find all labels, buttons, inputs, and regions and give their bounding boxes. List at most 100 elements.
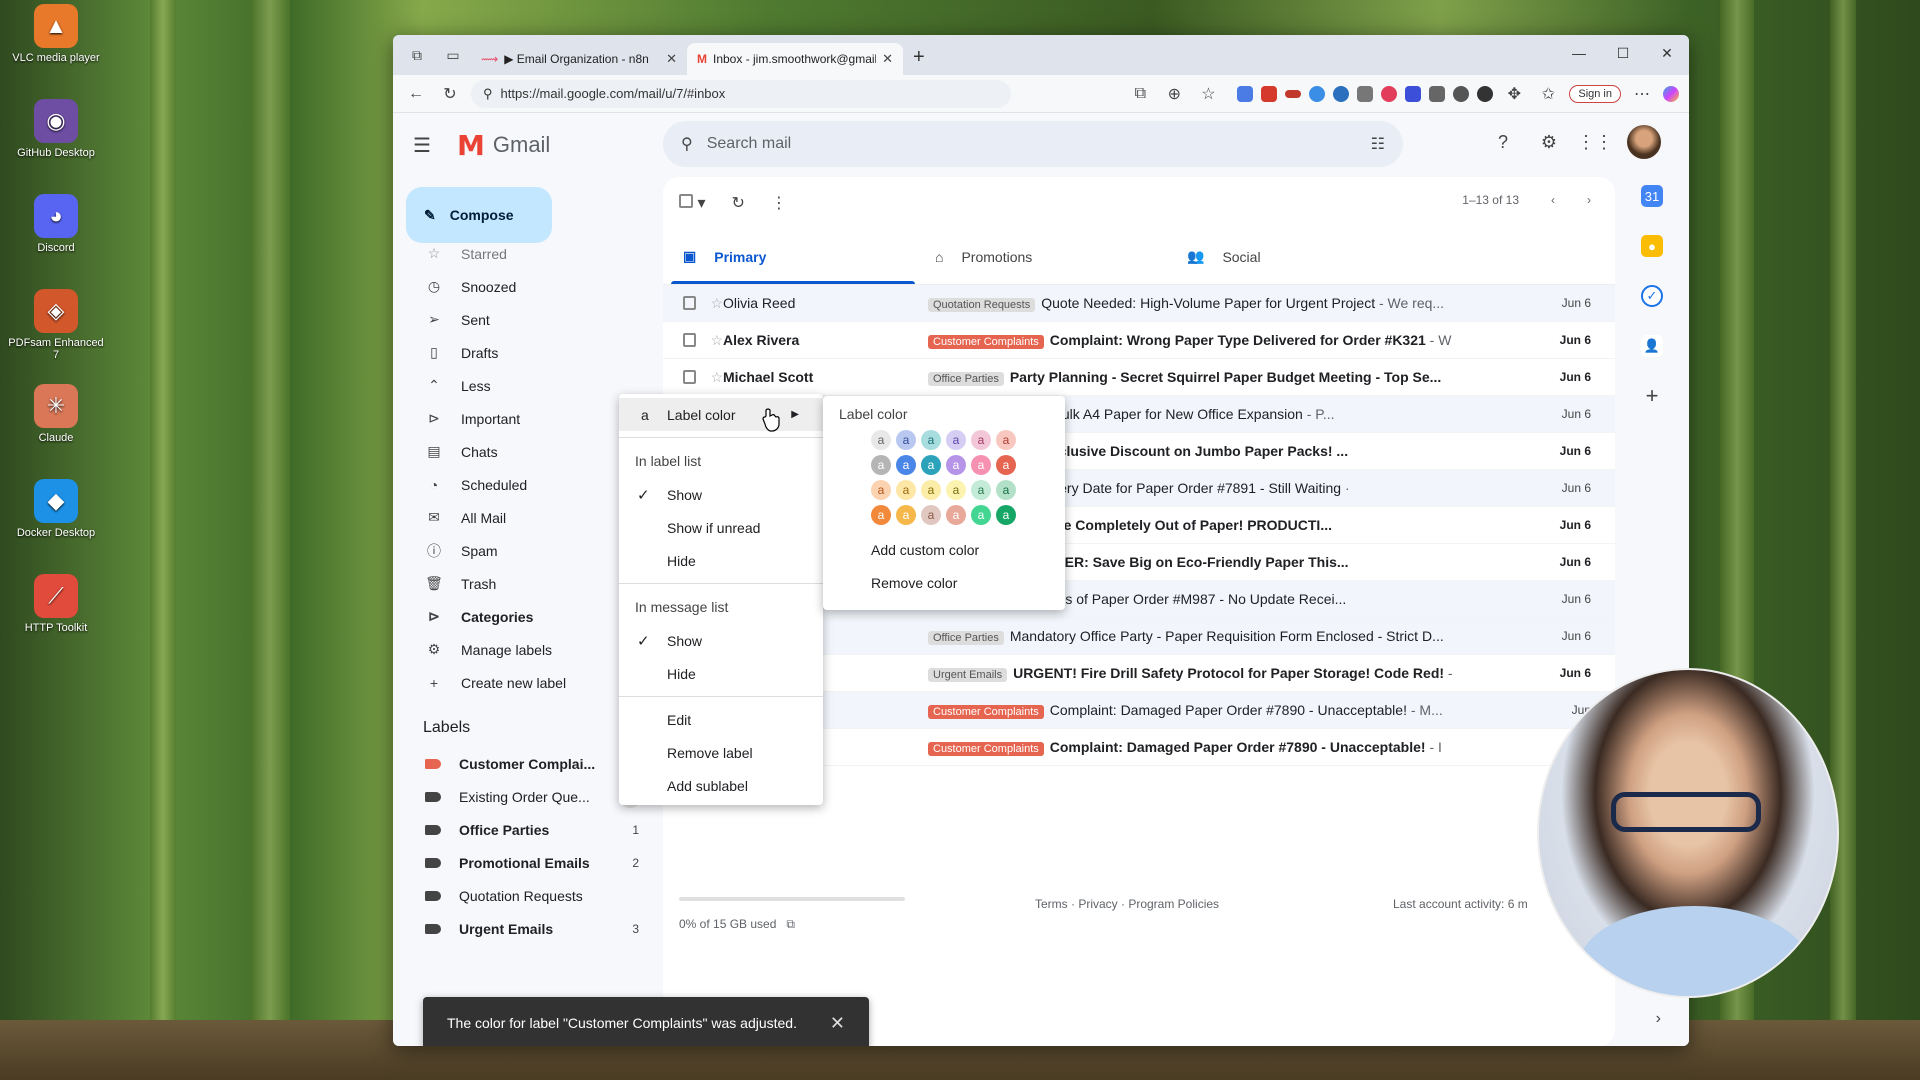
favorites-icon[interactable]: ✩: [1535, 81, 1561, 107]
label-item[interactable]: Quotation Requests: [393, 879, 663, 912]
color-swatch[interactable]: a: [946, 480, 966, 500]
desktop-shortcut[interactable]: ▲ VLC media player: [6, 4, 106, 64]
search-options-icon[interactable]: ☷: [1371, 134, 1385, 154]
extension-icon[interactable]: [1429, 85, 1446, 102]
calendar-icon[interactable]: 31: [1641, 185, 1663, 207]
color-swatch[interactable]: a: [896, 455, 916, 475]
more-icon[interactable]: ⋯: [1629, 81, 1655, 107]
color-swatch[interactable]: a: [921, 480, 941, 500]
maximize-button[interactable]: ☐: [1601, 35, 1645, 71]
sign-in-button[interactable]: Sign in: [1569, 84, 1621, 103]
back-icon[interactable]: ←: [403, 81, 429, 107]
color-swatch[interactable]: a: [921, 430, 941, 450]
sidebar-item[interactable]: ☆ Starred: [393, 237, 663, 270]
label-chip[interactable]: Customer Complaints: [928, 741, 1044, 756]
extension-icon[interactable]: [1381, 85, 1398, 102]
color-swatch[interactable]: a: [996, 455, 1016, 475]
add-addon-icon[interactable]: +: [1641, 383, 1663, 408]
color-swatch[interactable]: a: [946, 455, 966, 475]
color-swatch[interactable]: a: [971, 455, 991, 475]
extension-icon[interactable]: [1237, 85, 1254, 102]
color-swatch[interactable]: a: [996, 430, 1016, 450]
email-row[interactable]: ☆ Olivia Reed Quotation Requests Quote Need…: [663, 285, 1615, 322]
sidebar-item[interactable]: ▯ Drafts: [393, 336, 663, 369]
expand-side-panel-icon[interactable]: ›: [1656, 1010, 1661, 1028]
refresh-icon[interactable]: ↻: [731, 193, 744, 213]
zoom-icon[interactable]: ⊕: [1161, 81, 1187, 107]
new-tab-button[interactable]: +: [913, 46, 925, 69]
color-swatch[interactable]: a: [971, 505, 991, 525]
close-window-button[interactable]: ✕: [1645, 35, 1689, 71]
star-icon[interactable]: ☆: [710, 295, 723, 312]
desktop-shortcut[interactable]: ⟋ HTTP Toolkit: [6, 574, 106, 634]
add-sublabel-item[interactable]: Add sublabel: [619, 769, 823, 802]
sidebar-item[interactable]: ➢ Sent: [393, 303, 663, 336]
search-input[interactable]: Search mail: [707, 135, 1357, 153]
color-swatch[interactable]: a: [896, 480, 916, 500]
label-chip[interactable]: Office Parties: [928, 371, 1004, 386]
account-avatar[interactable]: [1627, 125, 1661, 159]
contacts-icon[interactable]: 👤: [1641, 335, 1663, 357]
extension-icon[interactable]: [1285, 89, 1302, 98]
desktop-shortcut[interactable]: ✳ Claude: [6, 384, 106, 444]
star-icon[interactable]: ☆: [710, 332, 723, 349]
color-swatch[interactable]: a: [971, 480, 991, 500]
prev-page-icon[interactable]: ‹: [1551, 193, 1555, 207]
site-info-icon[interactable]: ⚲: [483, 86, 493, 102]
label-chip[interactable]: Customer Complaints: [928, 704, 1044, 719]
help-icon[interactable]: ?: [1489, 128, 1517, 156]
more-actions-icon[interactable]: ⋮: [771, 193, 787, 213]
label-chip[interactable]: Urgent Emails: [928, 667, 1008, 682]
label-chip[interactable]: Quotation Requests: [928, 297, 1036, 312]
url-field[interactable]: ⚲ https://mail.google.com/mail/u/7/#inbo…: [471, 79, 1011, 108]
color-swatch[interactable]: a: [871, 505, 891, 525]
desktop-shortcut[interactable]: ◉ GitHub Desktop: [6, 99, 106, 159]
desktop-shortcut[interactable]: ◆ Docker Desktop: [6, 479, 106, 539]
remove-label-item[interactable]: Remove label: [619, 736, 823, 769]
color-swatch[interactable]: a: [996, 480, 1016, 500]
row-checkbox[interactable]: [683, 296, 697, 310]
remove-color-item[interactable]: Remove color: [823, 566, 1065, 599]
apps-grid-icon[interactable]: ⋮⋮: [1577, 128, 1613, 156]
close-tab-icon[interactable]: ✕: [666, 51, 677, 67]
minimize-button[interactable]: —: [1557, 35, 1601, 71]
extension-icon[interactable]: [1357, 85, 1374, 102]
main-menu-icon[interactable]: ☰: [413, 133, 443, 158]
email-row[interactable]: ☆ Michael Scott Office Parties Party Planni…: [663, 359, 1615, 396]
copilot-icon[interactable]: [1663, 85, 1679, 102]
desktop-shortcut[interactable]: ◕ Discord: [6, 194, 106, 254]
search-bar[interactable]: ⚲ Search mail ☷: [663, 121, 1403, 167]
color-swatch[interactable]: a: [921, 505, 941, 525]
workspaces-icon[interactable]: ⧉: [403, 41, 431, 69]
star-icon[interactable]: ☆: [710, 369, 723, 386]
label-chip[interactable]: Customer Complaints: [928, 334, 1044, 349]
color-swatch[interactable]: a: [946, 505, 966, 525]
label-color-item[interactable]: a Label color ▶: [619, 398, 823, 431]
label-item[interactable]: Promotional Emails 2: [393, 846, 663, 879]
color-swatch[interactable]: a: [896, 505, 916, 525]
row-checkbox[interactable]: [683, 370, 697, 384]
email-row[interactable]: ☆ Alex Rivera Customer Complaints Complaint…: [663, 322, 1615, 359]
terms-links[interactable]: Terms · Privacy · Program Policies: [1035, 897, 1219, 911]
label-item[interactable]: Urgent Emails 3: [393, 912, 663, 945]
extension-icon[interactable]: [1405, 85, 1422, 102]
row-checkbox[interactable]: [683, 333, 697, 347]
tab-actions-icon[interactable]: ▭: [439, 41, 467, 69]
open-storage-icon[interactable]: ⧉: [786, 917, 795, 932]
keep-icon[interactable]: ●: [1641, 235, 1663, 257]
label-chip[interactable]: Office Parties: [928, 630, 1004, 645]
reload-icon[interactable]: ↻: [437, 81, 463, 107]
color-swatch[interactable]: a: [871, 430, 891, 450]
tab-n8n[interactable]: ⟿ ▶ Email Organization - n8n ✕: [471, 43, 687, 75]
compose-button[interactable]: ✎ Compose: [406, 187, 552, 243]
extensions-puzzle-icon[interactable]: ✥: [1501, 81, 1527, 107]
gmail-logo[interactable]: M Gmail: [457, 129, 550, 162]
search-icon[interactable]: ⚲: [681, 134, 693, 154]
extension-icon[interactable]: [1261, 85, 1278, 102]
label-list-hide[interactable]: Hide: [619, 544, 823, 577]
tab-primary[interactable]: ▣ Primary: [663, 229, 915, 284]
color-swatch[interactable]: a: [871, 455, 891, 475]
add-custom-color-item[interactable]: Add custom color: [823, 533, 1065, 566]
settings-gear-icon[interactable]: ⚙: [1535, 128, 1563, 156]
color-swatch[interactable]: a: [946, 430, 966, 450]
